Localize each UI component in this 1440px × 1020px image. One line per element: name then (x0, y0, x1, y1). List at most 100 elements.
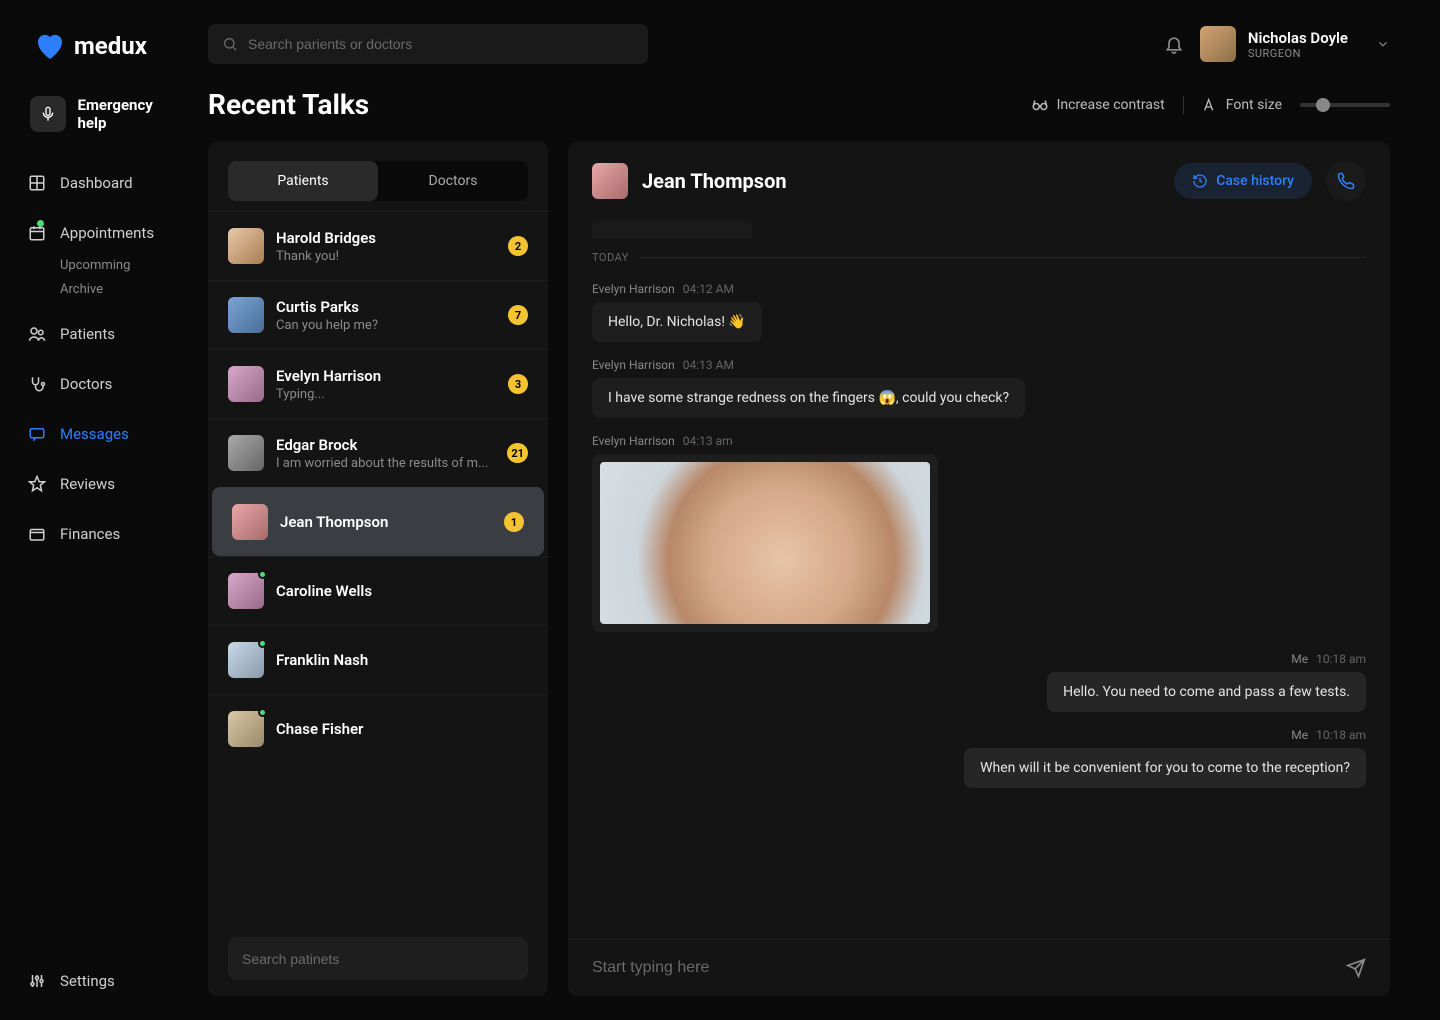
user-role: SURGEON (1248, 47, 1348, 60)
conversation-item[interactable]: Caroline Wells (208, 556, 548, 625)
contrast-label: Increase contrast (1057, 97, 1165, 113)
glasses-icon (1031, 96, 1049, 114)
conversation-item[interactable]: Evelyn Harrison Typing... 3 (208, 349, 548, 418)
nav: Dashboard Appointments Upcomming Archive… (16, 160, 192, 557)
conversation-list[interactable]: Harold Bridges Thank you! 2 Curtis Parks… (208, 211, 548, 921)
user-name: Nicholas Doyle (1248, 29, 1348, 47)
message-outgoing: Me10:18 am When will it be convenient fo… (592, 728, 1366, 788)
conversation-item[interactable]: Harold Bridges Thank you! 2 (208, 211, 548, 280)
send-icon[interactable] (1346, 958, 1366, 978)
nav-label: Settings (60, 972, 115, 990)
brand-logo[interactable]: medux (16, 30, 192, 62)
message-author: Me (1291, 728, 1308, 742)
star-icon (28, 475, 46, 493)
chat-header: Jean Thompson Case history (568, 141, 1390, 221)
nav-appointments-archive[interactable]: Archive (60, 278, 192, 302)
avatar (228, 366, 264, 402)
nav-label: Reviews (60, 475, 115, 493)
nav-messages[interactable]: Messages (16, 411, 192, 457)
avatar (228, 711, 264, 747)
message-time: 04:13 am (683, 434, 733, 448)
nav-doctors[interactable]: Doctors (16, 361, 192, 407)
call-button[interactable] (1326, 161, 1366, 201)
message-author: Evelyn Harrison (592, 358, 675, 372)
message-incoming: Evelyn Harrison04:13 AM I have some stra… (592, 358, 1366, 418)
message-bubble: Hello. You need to come and pass a few t… (1047, 672, 1366, 712)
conversation-name: Harold Bridges (276, 229, 496, 247)
slider-knob[interactable] (1316, 98, 1330, 112)
image-attachment[interactable] (592, 454, 938, 632)
conversation-preview: Can you help me? (276, 318, 496, 333)
search-icon (222, 36, 238, 52)
nav-dashboard[interactable]: Dashboard (16, 160, 192, 206)
conversation-item[interactable]: Chase Fisher (208, 694, 548, 763)
main: Nicholas Doyle SURGEON Recent Talks Incr… (208, 0, 1440, 1020)
message-placeholder (592, 221, 752, 239)
nav-patients[interactable]: Patients (16, 311, 192, 357)
nav-settings[interactable]: Settings (16, 958, 192, 1004)
avatar (232, 504, 268, 540)
avatar (228, 297, 264, 333)
content: Patients Doctors Harold Bridges Thank yo… (208, 141, 1390, 996)
nav-appointments-sub: Upcomming Archive (16, 254, 192, 301)
nav-label: Finances (60, 525, 120, 543)
unread-badge: 1 (504, 512, 524, 532)
online-dot-icon (258, 708, 267, 717)
wallet-icon (28, 525, 46, 543)
conversation-name: Evelyn Harrison (276, 367, 496, 385)
case-history-button[interactable]: Case history (1174, 163, 1312, 199)
conversation-panel: Patients Doctors Harold Bridges Thank yo… (208, 141, 548, 996)
message-time: 04:12 AM (683, 282, 734, 296)
emergency-label: Emergency help (78, 96, 185, 132)
conversation-item[interactable]: Edgar Brock I am worried about the resul… (208, 418, 548, 487)
history-icon (1192, 173, 1208, 189)
chat-contact-name: Jean Thompson (642, 169, 1160, 193)
composer-input[interactable] (592, 959, 1334, 977)
message-incoming-image: Evelyn Harrison04:13 am (592, 434, 1366, 636)
emergency-help-button[interactable]: Emergency help (16, 86, 192, 142)
conversation-name: Curtis Parks (276, 298, 496, 316)
topbar: Nicholas Doyle SURGEON (208, 24, 1390, 64)
message-bubble: When will it be convenient for you to co… (964, 748, 1366, 788)
composer (568, 939, 1390, 996)
tabs: Patients Doctors (228, 161, 528, 201)
tab-patients[interactable]: Patients (228, 161, 378, 201)
chat-body[interactable]: TODAY Evelyn Harrison04:12 AM Hello, Dr.… (568, 221, 1390, 939)
nav-label: Patients (60, 325, 115, 343)
conversation-name: Chase Fisher (276, 720, 528, 738)
user-avatar (1200, 26, 1236, 62)
message-incoming: Evelyn Harrison04:12 AM Hello, Dr. Nicho… (592, 282, 1366, 342)
chevron-down-icon (1376, 37, 1390, 51)
nav-appointments-upcoming[interactable]: Upcomming (60, 254, 192, 278)
nav-appointments[interactable]: Appointments (16, 210, 192, 256)
tab-doctors[interactable]: Doctors (378, 161, 528, 201)
nav-reviews[interactable]: Reviews (16, 461, 192, 507)
global-search[interactable] (208, 24, 648, 64)
conversation-item-active[interactable]: Jean Thompson 1 (212, 487, 544, 556)
separator (1183, 96, 1184, 114)
user-menu[interactable]: Nicholas Doyle SURGEON (1200, 26, 1390, 62)
patient-search[interactable] (228, 937, 528, 980)
notifications-icon[interactable] (1164, 34, 1184, 54)
nav-finances[interactable]: Finances (16, 511, 192, 557)
message-bubble: Hello, Dr. Nicholas! 👋 (592, 302, 762, 342)
conversation-preview: Thank you! (276, 249, 496, 264)
patient-search-input[interactable] (242, 951, 514, 967)
font-size-control[interactable]: Font size (1202, 97, 1282, 113)
calendar-icon (28, 224, 46, 242)
heart-icon (34, 30, 66, 62)
sliders-icon (28, 972, 46, 990)
online-dot-icon (258, 570, 267, 579)
mic-icon (30, 96, 66, 132)
avatar (228, 228, 264, 264)
nav-label: Appointments (60, 224, 154, 242)
global-search-input[interactable] (248, 36, 634, 52)
conversation-item[interactable]: Franklin Nash (208, 625, 548, 694)
conversation-item[interactable]: Curtis Parks Can you help me? 7 (208, 280, 548, 349)
increase-contrast-button[interactable]: Increase contrast (1031, 96, 1165, 114)
font-size-slider[interactable] (1300, 103, 1390, 107)
title-row: Recent Talks Increase contrast Font size (208, 88, 1390, 121)
unread-badge: 2 (508, 236, 528, 256)
message-time: 10:18 am (1316, 652, 1366, 666)
nav-label: Messages (60, 425, 129, 443)
